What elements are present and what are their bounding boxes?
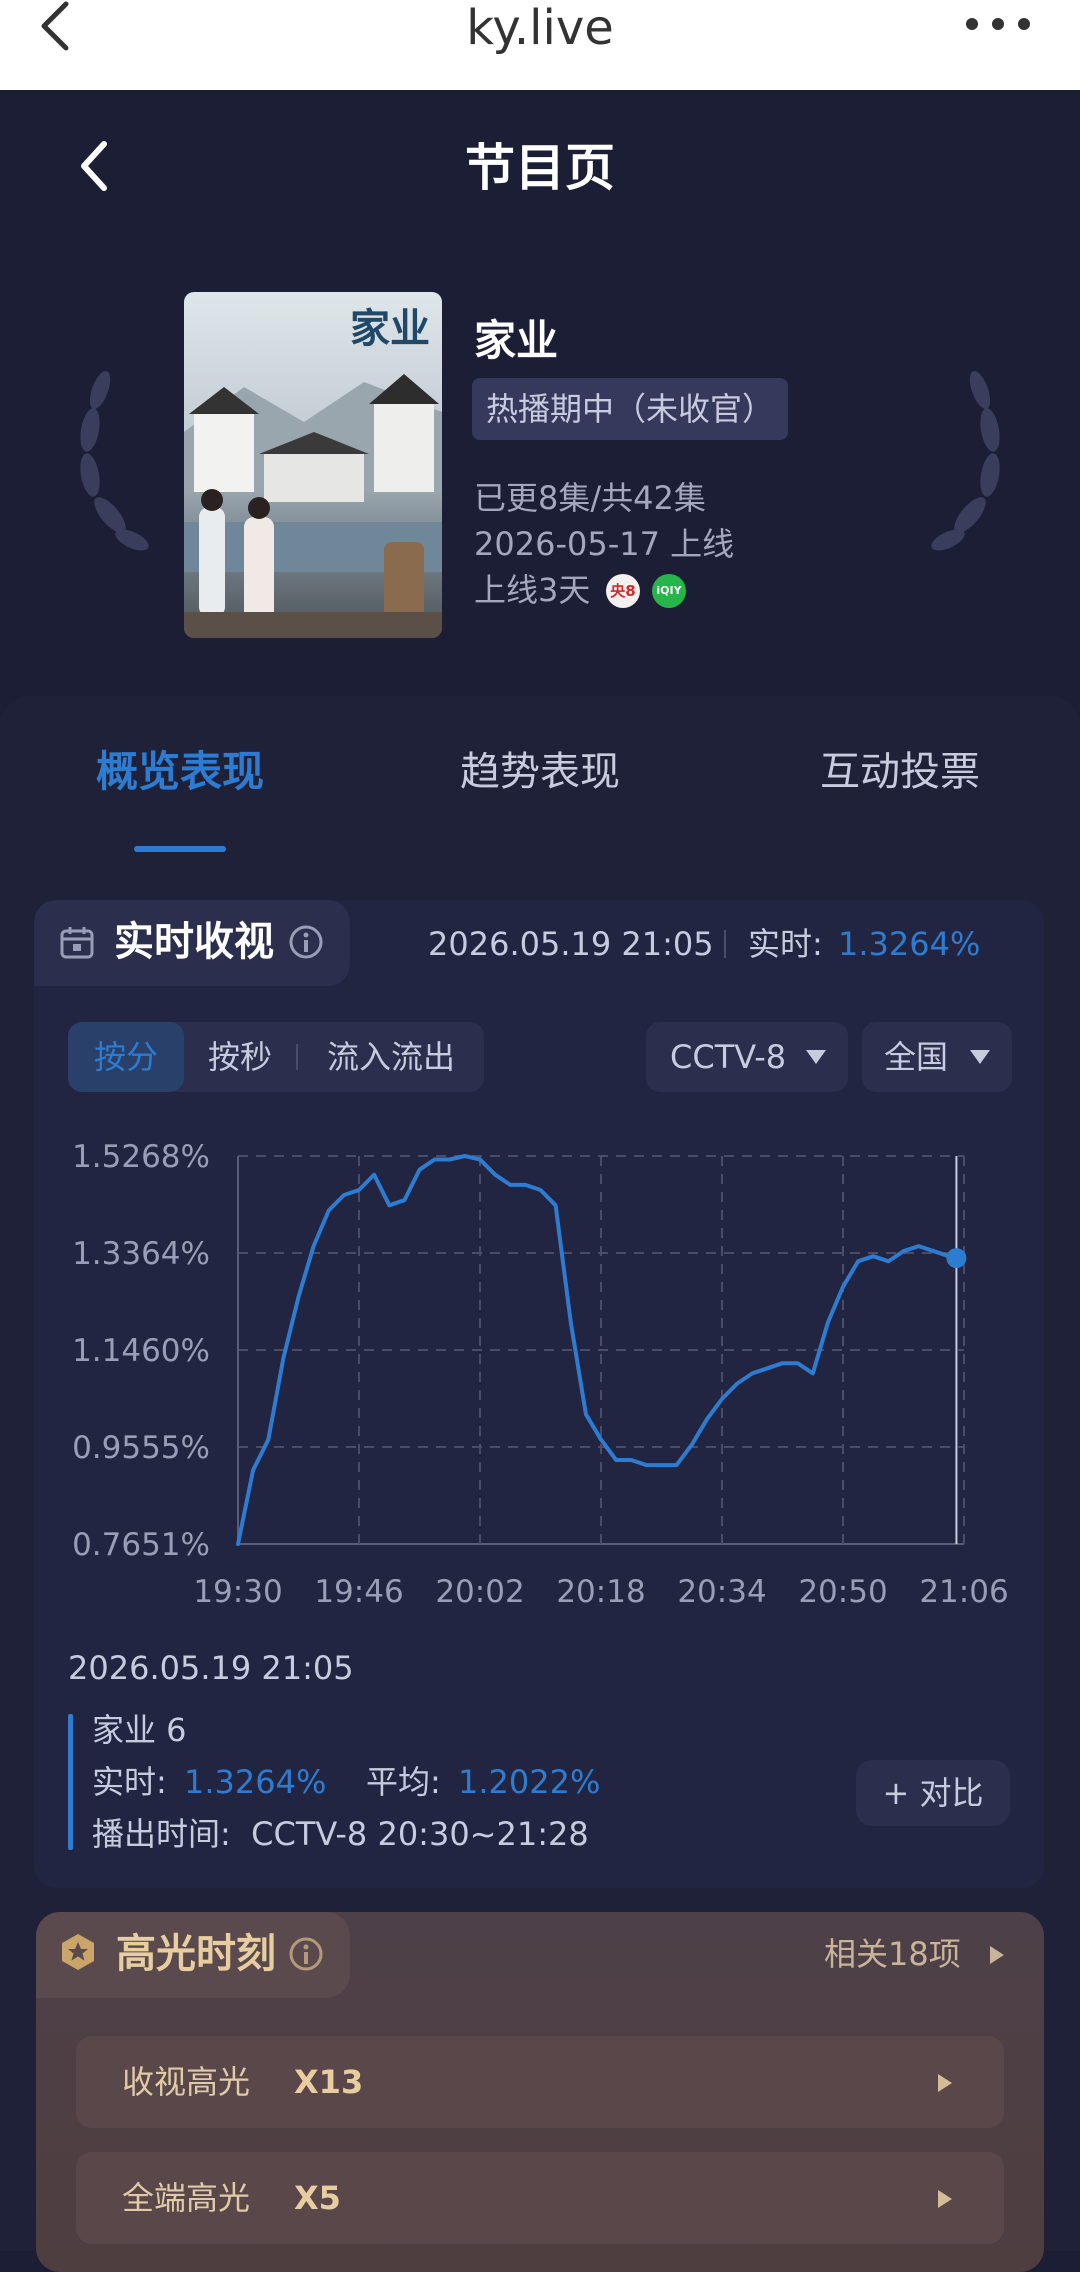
region-select-label: 全国 xyxy=(884,1038,949,1076)
tab-indicator xyxy=(134,846,226,852)
mode-minute-button[interactable]: 按分 xyxy=(68,1022,184,1092)
browser-more-icon[interactable] xyxy=(960,14,1040,34)
tab-overview[interactable]: 概览表现 xyxy=(40,742,320,802)
info-airtime: 播出时间: CCTV-8 20:30~21:28 xyxy=(92,1815,589,1853)
y-tick-label: 0.7651% xyxy=(72,1527,210,1563)
highlight-label: 收视高光 xyxy=(122,2063,251,2101)
info-live-value: 1.3264% xyxy=(184,1763,327,1801)
x-tick-label: 20:02 xyxy=(435,1574,524,1610)
laurel-right-icon xyxy=(930,360,1020,560)
y-tick-label: 1.1460% xyxy=(72,1333,210,1369)
poster-title: 家业 xyxy=(350,305,430,352)
highlight-label: 全端高光 xyxy=(122,2179,251,2217)
info-avg-label: 平均: xyxy=(366,1763,441,1801)
x-tick-label: 21:06 xyxy=(919,1574,1008,1610)
highlight-count: X5 xyxy=(294,2179,341,2217)
divider xyxy=(296,1044,298,1070)
info-episode: 家业 6 xyxy=(92,1711,187,1749)
info-icon[interactable] xyxy=(288,1936,324,1972)
series-line xyxy=(236,1154,959,1546)
play-arrow-icon[interactable] xyxy=(988,1944,1006,1966)
highlight-count: X13 xyxy=(294,2063,364,2101)
info-live-label: 实时: xyxy=(92,1763,167,1801)
data-point xyxy=(946,1248,967,1269)
browser-bar: ky.live xyxy=(0,0,1080,90)
chevron-down-icon xyxy=(804,1048,828,1066)
region-select[interactable]: 全国 xyxy=(862,1022,1012,1092)
highlights-related-link[interactable]: 相关18项 xyxy=(824,1934,961,1974)
compare-button[interactable]: + 对比 xyxy=(856,1760,1010,1826)
release-date: 2026-05-17 上线 xyxy=(474,525,735,563)
x-tick-label: 19:30 xyxy=(193,1574,282,1610)
calendar-icon xyxy=(60,926,94,960)
cctv8-badge-icon: 央8 xyxy=(606,574,640,608)
play-arrow-icon xyxy=(936,2188,954,2210)
mode-flow-button[interactable]: 流入流出 xyxy=(306,1022,476,1092)
tab-vote[interactable]: 互动投票 xyxy=(760,742,1040,802)
divider xyxy=(724,930,726,958)
realtime-timestamp: 2026.05.19 21:05 xyxy=(428,925,714,963)
chevron-down-icon xyxy=(968,1048,992,1066)
days-online: 上线3天 xyxy=(474,571,591,609)
ratings-chart[interactable]: 1.5268% 1.3364% 1.1460% 0.9555% 0.7651% 19:30… xyxy=(0,1120,1080,1620)
x-tick-label: 20:34 xyxy=(677,1574,766,1610)
highlights-title: 高光时刻 xyxy=(116,1931,276,1977)
poster-image[interactable]: 家业 xyxy=(184,292,442,638)
show-name: 家业 xyxy=(474,316,559,365)
status-badge: 热播期中（未收官） xyxy=(472,378,789,440)
info-icon[interactable] xyxy=(288,924,324,960)
laurel-left-icon xyxy=(60,360,150,560)
episodes-count: 已更8集/共42集 xyxy=(474,479,706,517)
page-title: 节目页 xyxy=(465,139,615,197)
y-tick-label: 1.5268% xyxy=(72,1139,210,1175)
tab-trend[interactable]: 趋势表现 xyxy=(400,742,680,802)
info-avg-value: 1.2022% xyxy=(458,1763,601,1801)
play-arrow-icon xyxy=(936,2072,954,2094)
x-tick-label: 20:50 xyxy=(798,1574,887,1610)
mode-second-button[interactable]: 按秒 xyxy=(190,1022,290,1092)
realtime-live-label: 实时: xyxy=(748,925,823,963)
browser-url[interactable]: ky.live xyxy=(0,0,1080,60)
iqiyi-badge-icon: iQIY xyxy=(652,574,686,608)
info-timestamp: 2026.05.19 21:05 xyxy=(68,1649,354,1687)
star-badge-icon xyxy=(58,1932,98,1972)
realtime-live-value: 1.3264% xyxy=(838,925,981,963)
info-accent-bar xyxy=(68,1714,73,1850)
realtime-title: 实时收视 xyxy=(114,919,274,965)
x-tick-label: 20:18 xyxy=(556,1574,645,1610)
channel-select[interactable]: CCTV-8 xyxy=(646,1022,848,1092)
channel-select-label: CCTV-8 xyxy=(670,1038,787,1076)
y-tick-label: 1.3364% xyxy=(72,1236,210,1272)
x-tick-label: 19:46 xyxy=(314,1574,403,1610)
y-tick-label: 0.9555% xyxy=(72,1430,210,1466)
